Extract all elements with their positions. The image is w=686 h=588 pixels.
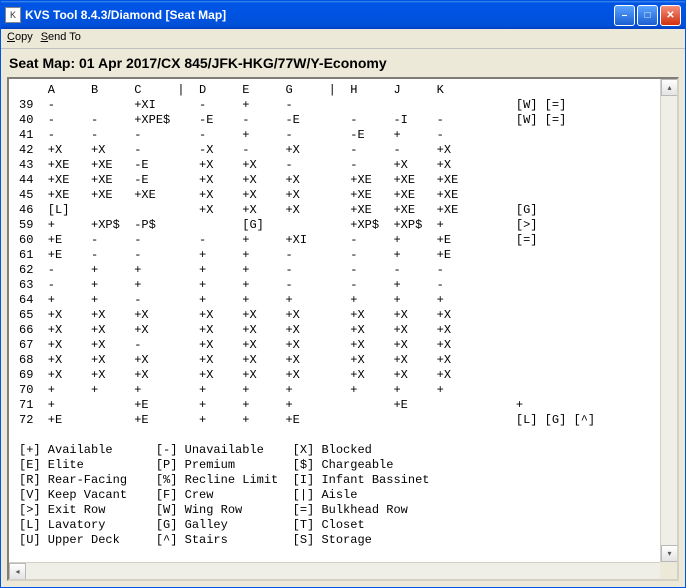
horizontal-scrollbar[interactable]: ◂ ▸	[9, 562, 677, 579]
close-button[interactable]: ✕	[660, 5, 681, 26]
title-bar: K KVS Tool 8.4.3/Diamond [Seat Map] – □ …	[1, 1, 685, 29]
seat-map-area: A B C | D E G | H J K 39 - +XI - + - [W]…	[7, 77, 679, 581]
menu-copy-rest: opy	[15, 31, 33, 43]
vertical-scrollbar[interactable]: ▴ ▾	[660, 79, 677, 562]
maximize-button[interactable]: □	[637, 5, 658, 26]
hscroll-track[interactable]	[26, 563, 660, 579]
menu-bar: Copy Send To	[1, 29, 685, 49]
minimize-button[interactable]: –	[614, 5, 635, 26]
menu-sendto-rest: end To	[48, 31, 81, 43]
scroll-left-button[interactable]: ◂	[9, 563, 26, 580]
scroll-up-button[interactable]: ▴	[661, 79, 678, 96]
seat-map-header: Seat Map: 01 Apr 2017/CX 845/JFK-HKG/77W…	[7, 53, 679, 77]
app-icon: K	[5, 7, 21, 23]
menu-sendto[interactable]: Send To	[41, 31, 81, 46]
menu-copy[interactable]: Copy	[7, 31, 33, 46]
vscroll-track[interactable]	[661, 96, 677, 545]
scroll-corner	[660, 562, 677, 579]
window-title: KVS Tool 8.4.3/Diamond [Seat Map]	[25, 8, 614, 22]
seat-map-text: A B C | D E G | H J K 39 - +XI - + - [W]…	[9, 79, 677, 562]
scroll-down-button[interactable]: ▾	[661, 545, 678, 562]
